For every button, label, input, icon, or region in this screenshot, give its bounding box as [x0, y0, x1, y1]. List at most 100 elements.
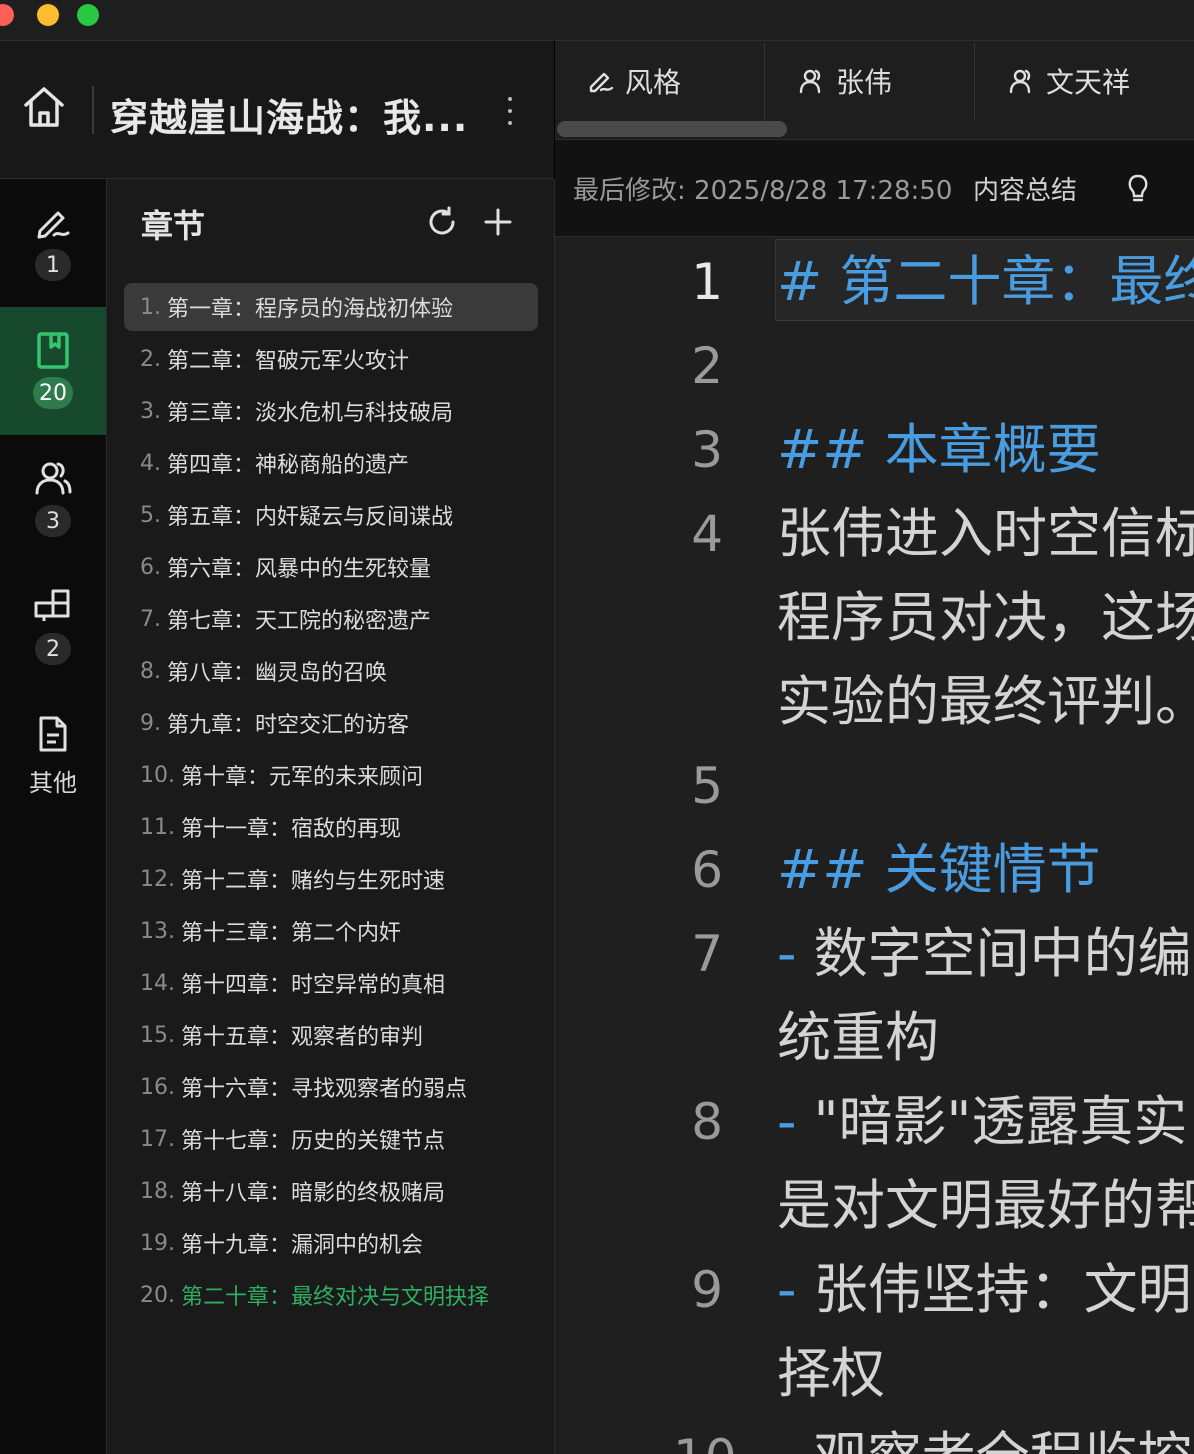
chapter-number: 18.: [140, 1178, 175, 1204]
chapter-item[interactable]: 12. 第十二章：赌约与生死时速: [124, 855, 538, 903]
editor-heading-line: ## 本章概要: [777, 418, 1101, 481]
chapter-item[interactable]: 17. 第十七章：历史的关键节点: [124, 1115, 538, 1163]
chapter-number: 13.: [140, 918, 175, 944]
chapter-item[interactable]: 19. 第十九章：漏洞中的机会: [124, 1219, 538, 1267]
lightbulb-icon[interactable]: [1121, 170, 1155, 204]
activity-item-chapters[interactable]: 20: [0, 307, 106, 435]
chapter-number: 9.: [140, 710, 161, 736]
chapter-panel-title: 章节: [141, 207, 206, 245]
chapter-panel: 章节 1. 第一章：程序员的海战初体验 2. 第二章：智破元军火攻计 3. 第三章：淡水危…: [107, 179, 555, 1454]
line-number: 8: [691, 1093, 723, 1151]
list-bullet: -: [777, 1258, 814, 1321]
tab-wentianxiang[interactable]: 文天祥: [1008, 41, 1130, 121]
editor-text-line: 实验的最终评判。: [777, 670, 1194, 733]
chapter-item[interactable]: 14. 第十四章：时空异常的真相: [124, 959, 538, 1007]
chapter-title: 第五章：内奸疑云与反间谍战: [167, 505, 454, 530]
chapter-item[interactable]: 16. 第十六章：寻找观察者的弱点: [124, 1063, 538, 1111]
editor-text-line: - 数字空间中的编: [777, 922, 1192, 985]
chapter-number: 2.: [140, 346, 161, 372]
chapter-item[interactable]: 6. 第六章：风暴中的生死较量: [124, 543, 538, 591]
line-number: 2: [691, 337, 723, 395]
chapter-item[interactable]: 18. 第十八章：暗影的终极赌局: [124, 1167, 538, 1215]
chapter-title: 第六章：风暴中的生死较量: [167, 557, 432, 582]
chapter-number: 12.: [140, 866, 175, 892]
chapter-number: 3.: [140, 398, 161, 424]
line-number: 1: [691, 253, 723, 311]
close-window-button[interactable]: [0, 4, 14, 26]
editor-heading-line: ## 关键情节: [777, 838, 1101, 901]
activity-badge: 20: [33, 377, 73, 409]
chapter-title: 第七章：天工院的秘密遗产: [167, 609, 432, 634]
book-icon: [37, 332, 69, 369]
activity-badge: 3: [35, 505, 71, 537]
users-icon: [35, 462, 72, 495]
chapter-item[interactable]: 8. 第八章：幽灵岛的召唤: [124, 647, 538, 695]
chapter-number: 14.: [140, 970, 175, 996]
chapter-item[interactable]: 5. 第五章：内奸疑云与反间谍战: [124, 491, 538, 539]
chapter-title: 第九章：时空交汇的访客: [167, 713, 410, 738]
chapter-item[interactable]: 9. 第九章：时空交汇的访客: [124, 699, 538, 747]
chapter-item[interactable]: 1. 第一章：程序员的海战初体验: [124, 283, 538, 331]
minimize-window-button[interactable]: [37, 4, 59, 26]
tab-zhangwei[interactable]: 张伟: [798, 41, 892, 121]
tab-divider: [974, 43, 975, 121]
window-titlebar: [0, 0, 1194, 41]
activity-item-other[interactable]: 其他: [0, 691, 106, 819]
user-icon: [1009, 69, 1031, 94]
markdown-editor[interactable]: 1 # 第二十章：最终 2 3 ## 本章概要 4 张伟进入时空信标 程序员对决，这场 实验的最…: [555, 237, 1194, 1454]
chapter-number: 10.: [140, 762, 175, 788]
chapter-number: 16.: [140, 1074, 175, 1100]
activity-item-writing[interactable]: 1: [0, 179, 106, 307]
chapter-item[interactable]: 2. 第二章：智破元军火攻计: [124, 335, 538, 383]
summary-button[interactable]: 内容总结: [973, 170, 1077, 207]
chapter-item[interactable]: 7. 第七章：天工院的秘密遗产: [124, 595, 538, 643]
chapter-number: 17.: [140, 1126, 175, 1152]
chapter-item[interactable]: 20. 第二十章：最终对决与文明抉择: [124, 1271, 538, 1319]
chapter-title: 第二十章：最终对决与文明抉择: [181, 1285, 490, 1310]
chapter-item[interactable]: 3. 第三章：淡水危机与科技破局: [124, 387, 538, 435]
user-icon: [799, 69, 821, 94]
add-chapter-icon[interactable]: [481, 205, 515, 239]
editor-text-line: - "暗影"透露真实: [777, 1090, 1188, 1153]
editor-text-line: - 观察者全程监控: [777, 1431, 1192, 1454]
chapter-item[interactable]: 10. 第十章：元军的未来顾问: [124, 751, 538, 799]
editor-text-line: 张伟进入时空信标: [777, 502, 1194, 565]
home-icon[interactable]: [20, 83, 68, 131]
chapter-title: 第十四章：时空异常的真相: [181, 973, 446, 998]
tab-scrollbar[interactable]: [557, 121, 787, 137]
tab-style[interactable]: 风格: [587, 41, 681, 121]
refresh-icon[interactable]: [425, 205, 459, 239]
chapter-number: 11.: [140, 814, 175, 840]
chapter-number: 20.: [140, 1282, 175, 1308]
tab-bar: 风格 张伟 文天祥: [555, 41, 1194, 140]
chapter-title: 第一章：程序员的海战初体验: [167, 297, 454, 322]
tab-label: 张伟: [836, 66, 893, 99]
chapter-list: 1. 第一章：程序员的海战初体验 2. 第二章：智破元军火攻计 3. 第三章：淡水危机与科…: [124, 283, 538, 1323]
book-title: 穿越崖山海战：我...: [110, 96, 469, 140]
chapter-number: 5.: [140, 502, 161, 528]
blocks-icon: [34, 589, 70, 621]
editor-text-line: - 张伟坚持：文明: [777, 1258, 1192, 1321]
chapter-item[interactable]: 15. 第十五章：观察者的审判: [124, 1011, 538, 1059]
line-number: 4: [691, 505, 723, 563]
zoom-window-button[interactable]: [77, 4, 99, 26]
tab-label: 文天祥: [1046, 66, 1131, 99]
last-modified-text: 最后修改: 2025/8/28 17:28:50: [573, 176, 953, 206]
book-header: 穿越崖山海战：我...: [0, 41, 554, 179]
activity-item-characters[interactable]: 3: [0, 435, 106, 563]
chapter-item[interactable]: 11. 第十一章：宿敌的再现: [124, 803, 538, 851]
chapter-title: 第四章：神秘商船的遗产: [167, 453, 410, 478]
chapter-number: 1.: [140, 294, 161, 320]
chapter-title: 第三章：淡水危机与科技破局: [167, 401, 454, 426]
chapter-item[interactable]: 4. 第四章：神秘商船的遗产: [124, 439, 538, 487]
list-bullet: -: [777, 1090, 814, 1153]
activity-label: 其他: [29, 769, 77, 797]
chapter-item[interactable]: 13. 第十三章：第二个内奸: [124, 907, 538, 955]
activity-item-blocks[interactable]: 2: [0, 563, 106, 691]
line-number: 5: [691, 757, 723, 815]
line-number: 3: [691, 421, 723, 479]
chapter-title: 第十三章：第二个内奸: [181, 921, 402, 946]
header-divider: [92, 86, 94, 134]
more-options-icon[interactable]: [500, 93, 520, 129]
editor-text-line: 程序员对决，这场: [777, 586, 1194, 649]
